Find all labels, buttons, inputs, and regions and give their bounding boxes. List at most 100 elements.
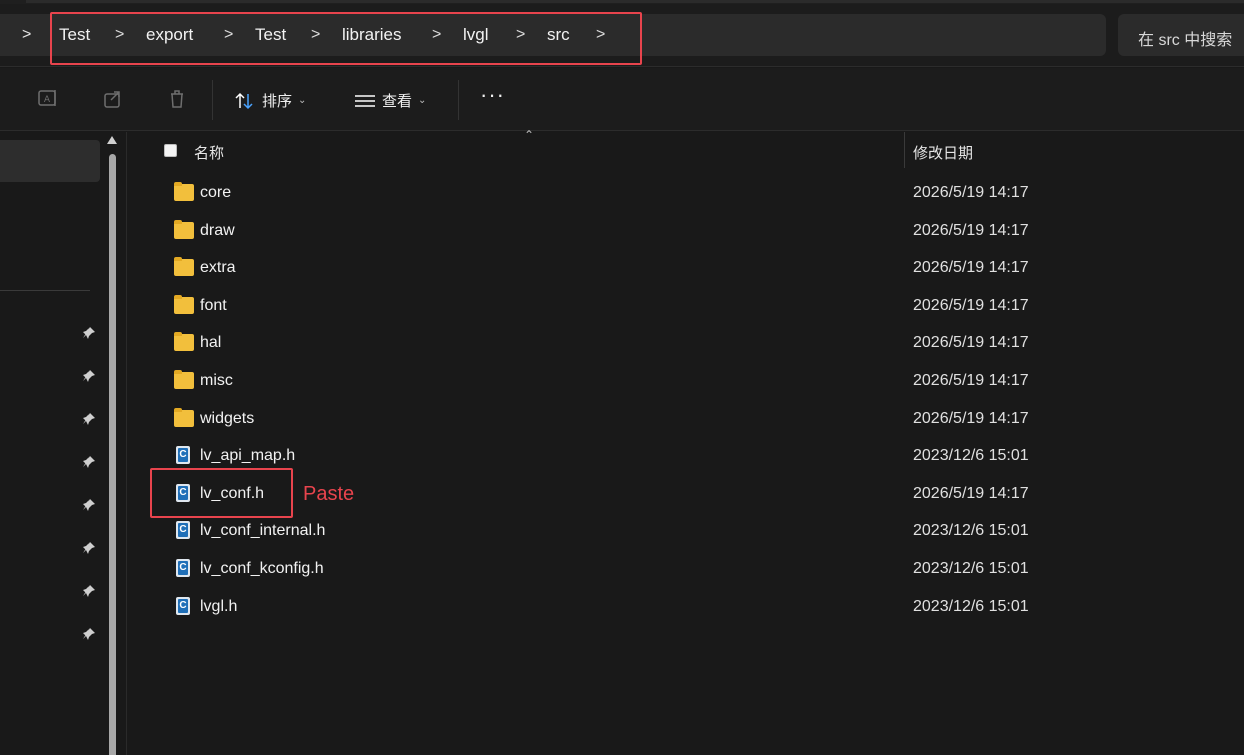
file-row[interactable]: misc 2026/5/19 14:17 [128,362,1244,399]
folder-icon [174,408,194,427]
column-header-date-modified[interactable]: 修改日期 [913,142,973,163]
search-placeholder: 在 src 中搜索 [1138,32,1233,49]
file-row[interactable]: Clv_api_map.h 2023/12/6 15:01 [128,437,1244,474]
pin-icon[interactable] [82,541,96,555]
sort-button[interactable]: 排序 ⌄ [234,90,306,111]
column-header-name[interactable]: 名称 [194,142,224,163]
pin-icon[interactable] [82,455,96,469]
breadcrumb-chevron-icon[interactable]: > [596,26,605,44]
file-modified-date: 2026/5/19 14:17 [913,485,1029,502]
scroll-up-arrow-icon[interactable] [107,136,117,144]
folder-icon [174,370,194,389]
breadcrumb-item-export[interactable]: export [146,25,193,45]
file-modified-date: 2026/5/19 14:17 [913,372,1029,389]
file-name[interactable]: lv_api_map.h [200,447,295,465]
file-name[interactable]: misc [200,372,233,390]
breadcrumb-item-test[interactable]: Test [59,25,90,45]
pin-icon[interactable] [82,627,96,641]
folder-icon [174,257,194,276]
file-name[interactable]: lv_conf.h [200,485,264,503]
file-row[interactable]: font 2026/5/19 14:17 [128,287,1244,324]
breadcrumb-item-libraries[interactable]: libraries [342,25,402,45]
chevron-down-icon: ⌄ [418,95,427,106]
file-modified-date: 2026/5/19 14:17 [913,184,1029,201]
file-modified-date: 2026/5/19 14:17 [913,410,1029,427]
nav-item-selected[interactable] [0,140,100,182]
view-button[interactable]: 查看 ⌄ [354,90,426,111]
svg-text:A: A [44,95,51,105]
file-row[interactable]: Clv_conf.h 2026/5/19 14:17 [128,475,1244,512]
c-file-glyph: C [178,523,188,537]
file-row[interactable]: Clvgl.h 2023/12/6 15:01 [128,588,1244,625]
breadcrumb-chevron-icon[interactable]: > [224,26,233,44]
nav-scrollbar[interactable] [107,136,117,755]
address-row: > Test > export > Test > libraries > lvg… [0,4,1244,67]
more-options-button[interactable]: ··· [480,82,505,108]
scrollbar-thumb[interactable] [109,154,116,755]
share-icon[interactable] [102,88,124,110]
c-file-glyph: C [178,561,188,575]
breadcrumb-root-chevron-icon[interactable]: > [22,26,31,44]
pin-icon[interactable] [82,584,96,598]
tab-strip-edge [26,0,1244,3]
sort-up-icon: ⌃ [524,128,535,142]
pin-icon[interactable] [82,498,96,512]
pin-icon[interactable] [82,369,96,383]
sort-arrows-icon [235,92,253,109]
c-file-glyph: C [178,448,188,462]
chevron-down-icon: ⌄ [298,95,307,106]
file-name[interactable]: draw [200,222,235,240]
file-row[interactable]: Clv_conf_internal.h 2023/12/6 15:01 [128,512,1244,549]
file-row[interactable]: core 2026/5/19 14:17 [128,174,1244,211]
c-file-glyph: C [178,599,188,613]
breadcrumb-item-lvgl[interactable]: lvgl [463,25,489,45]
file-row[interactable]: Clv_conf_kconfig.h 2023/12/6 15:01 [128,550,1244,587]
column-resize-handle[interactable] [904,132,905,168]
c-file-icon: C [176,559,190,577]
view-label: 查看 [382,93,413,110]
breadcrumb-chevron-icon[interactable]: > [432,26,441,44]
file-row[interactable]: extra 2026/5/19 14:17 [128,249,1244,286]
file-name[interactable]: lv_conf_internal.h [200,522,325,540]
file-name[interactable]: lv_conf_kconfig.h [200,560,324,578]
pin-icon[interactable] [82,326,96,340]
toolbar-divider [212,80,213,120]
command-bar: A 排序 ⌄ 查看 ⌄ ··· [0,68,1244,131]
breadcrumb-chevron-icon[interactable]: > [516,26,525,44]
folder-icon [174,220,194,239]
c-file-icon: C [176,597,190,615]
list-view-icon [355,94,375,107]
folder-icon [174,295,194,314]
folder-icon [174,332,194,351]
select-all-checkbox[interactable] [164,144,177,157]
file-name[interactable]: lvgl.h [200,598,237,616]
rename-icon[interactable]: A [37,88,59,110]
file-row[interactable]: widgets 2026/5/19 14:17 [128,400,1244,437]
file-name[interactable]: extra [200,259,236,277]
file-name[interactable]: core [200,184,231,202]
file-name[interactable]: widgets [200,410,254,428]
file-row[interactable]: hal 2026/5/19 14:17 [128,324,1244,361]
file-modified-date: 2026/5/19 14:17 [913,297,1029,314]
pin-icon[interactable] [82,412,96,426]
file-name[interactable]: font [200,297,227,315]
folder-icon [174,182,194,201]
sort-label: 排序 [262,93,293,110]
search-input[interactable]: 在 src 中搜索 [1118,14,1244,56]
breadcrumb-chevron-icon[interactable]: > [115,26,124,44]
breadcrumb-chevron-icon[interactable]: > [311,26,320,44]
file-row[interactable]: draw 2026/5/19 14:17 [128,212,1244,249]
navigation-pane [0,132,127,755]
file-modified-date: 2023/12/6 15:01 [913,447,1029,464]
file-name[interactable]: hal [200,334,221,352]
file-modified-date: 2026/5/19 14:17 [913,334,1029,351]
breadcrumb-item-src[interactable]: src [547,25,570,45]
address-bar[interactable]: > Test > export > Test > libraries > lvg… [0,14,1106,56]
c-file-icon: C [176,521,190,539]
breadcrumb-item-test-2[interactable]: Test [255,25,286,45]
c-file-glyph: C [178,486,188,500]
file-modified-date: 2023/12/6 15:01 [913,598,1029,615]
file-modified-date: 2026/5/19 14:17 [913,222,1029,239]
delete-icon[interactable] [166,88,188,110]
file-modified-date: 2023/12/6 15:01 [913,522,1029,539]
